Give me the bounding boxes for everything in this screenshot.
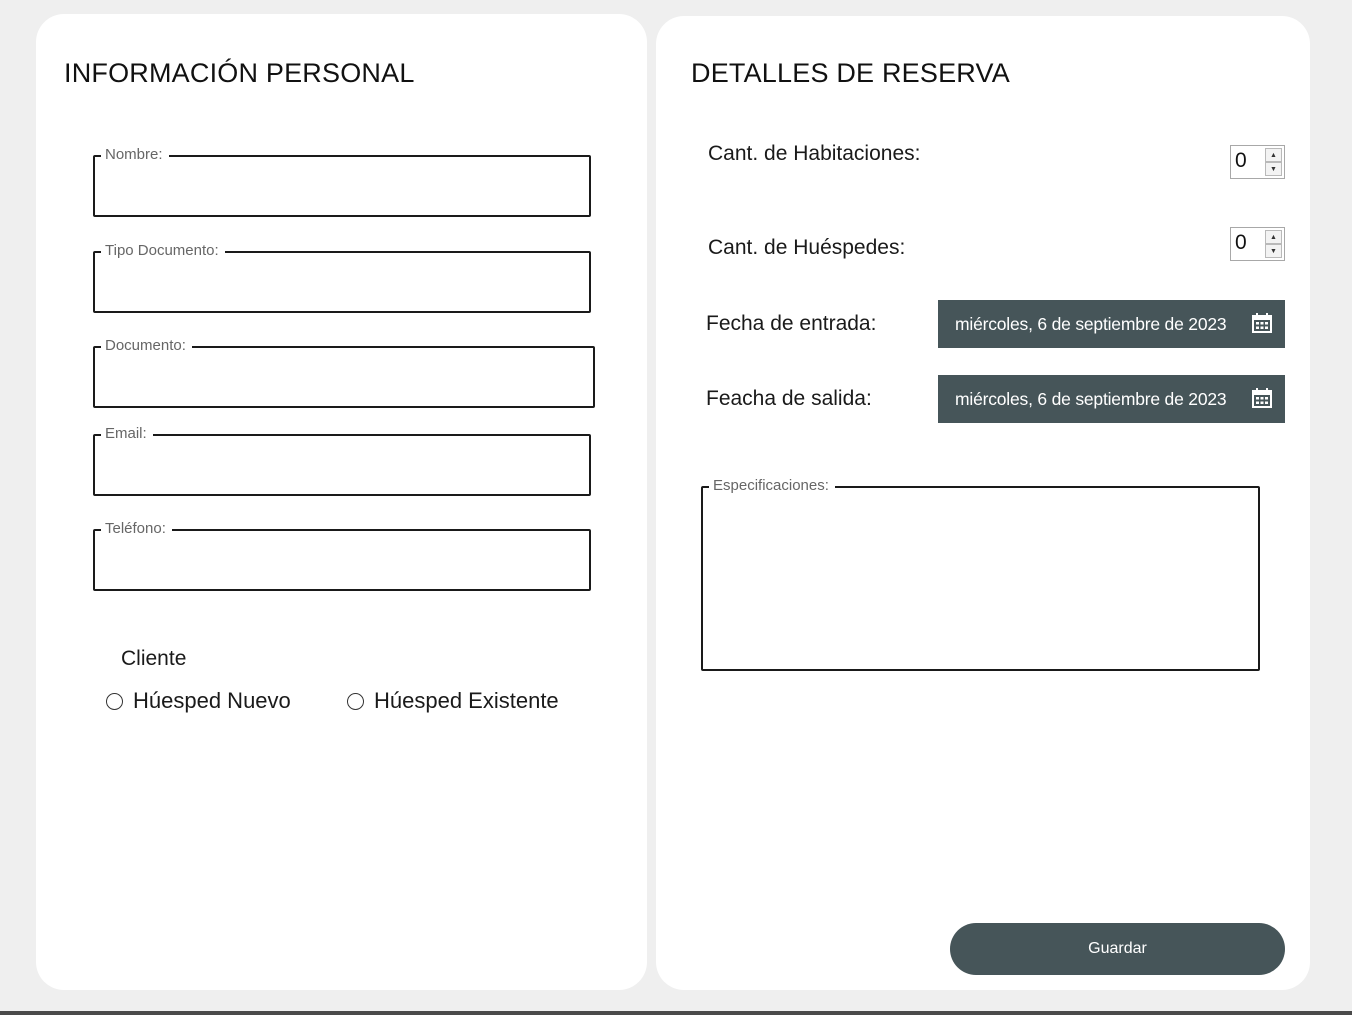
specifications-field-label: Especificaciones: [709, 477, 835, 495]
radio-circle-icon[interactable] [347, 692, 364, 710]
arrow-up-icon[interactable]: ▲ [1265, 230, 1282, 244]
phone-field-group: Teléfono: [93, 520, 591, 591]
reservation-details-title: DETALLES DE RESERVA [691, 58, 1010, 88]
arrow-down-icon[interactable]: ▼ [1265, 244, 1282, 258]
name-field-group: Nombre: [93, 146, 591, 217]
specifications-field-group: Especificaciones: [701, 477, 1260, 671]
document-input[interactable] [103, 360, 585, 398]
personal-info-title: INFORMACIÓN PERSONAL [64, 58, 415, 88]
document-type-input[interactable] [103, 265, 581, 303]
checkin-date-label: Fecha de entrada: [706, 312, 877, 335]
save-button[interactable]: Guardar [950, 923, 1285, 975]
rooms-count-stepper[interactable]: 0 ▲ ▼ [1230, 145, 1285, 179]
rooms-count-label: Cant. de Habitaciones: [708, 142, 921, 165]
email-input[interactable] [103, 448, 581, 486]
specifications-textarea[interactable] [711, 500, 1250, 661]
rooms-count-value[interactable]: 0 [1235, 149, 1247, 173]
radio-existing-guest-label: Húesped Existente [374, 688, 559, 713]
radio-circle-icon[interactable] [106, 692, 123, 710]
checkout-date-value: miércoles, 6 de septiembre de 2023 [955, 388, 1227, 409]
document-type-field-label: Tipo Documento: [101, 242, 225, 260]
name-field-label: Nombre: [101, 146, 169, 164]
window-bottom-border [0, 1011, 1352, 1015]
email-field-group: Email: [93, 425, 591, 496]
email-field-label: Email: [101, 425, 153, 443]
document-field-label: Documento: [101, 337, 192, 355]
arrow-up-icon[interactable]: ▲ [1265, 148, 1282, 162]
checkout-date-picker[interactable]: miércoles, 6 de septiembre de 2023 [938, 375, 1285, 423]
name-input[interactable] [103, 169, 581, 207]
arrow-down-icon[interactable]: ▼ [1265, 162, 1282, 176]
radio-existing-guest[interactable]: Húesped Existente [347, 688, 559, 714]
document-field-group: Documento: [93, 337, 595, 408]
radio-new-guest[interactable]: Húesped Nuevo [106, 688, 291, 714]
calendar-icon[interactable] [1251, 387, 1273, 409]
calendar-icon[interactable] [1251, 312, 1273, 334]
guests-count-label: Cant. de Huéspedes: [708, 236, 906, 259]
checkin-date-picker[interactable]: miércoles, 6 de septiembre de 2023 [938, 300, 1285, 348]
document-type-field-group: Tipo Documento: [93, 242, 591, 313]
checkin-date-value: miércoles, 6 de septiembre de 2023 [955, 313, 1227, 334]
phone-input[interactable] [103, 543, 581, 581]
checkout-date-label: Feacha de salida: [706, 387, 872, 410]
guests-count-value[interactable]: 0 [1235, 231, 1247, 255]
client-label: Cliente [121, 647, 187, 670]
phone-field-label: Teléfono: [101, 520, 172, 538]
radio-new-guest-label: Húesped Nuevo [133, 688, 291, 713]
guests-count-stepper[interactable]: 0 ▲ ▼ [1230, 227, 1285, 261]
